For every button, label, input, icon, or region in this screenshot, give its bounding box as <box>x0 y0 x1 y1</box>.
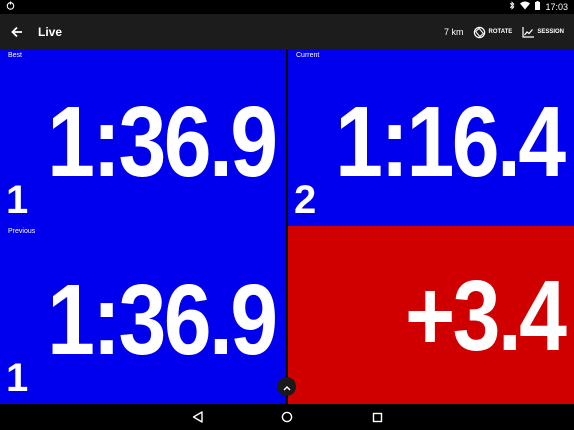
app-bar: Live 7 km ROTATE SESSION <box>0 14 574 50</box>
session-label: SESSION <box>537 29 564 35</box>
best-lap-time: 1:36.9 <box>47 86 279 198</box>
battery-icon <box>535 1 541 12</box>
wifi-icon <box>520 1 531 12</box>
expand-button[interactable] <box>277 377 296 396</box>
chevron-up-icon <box>283 378 291 396</box>
system-nav-bar <box>0 404 574 430</box>
android-debug-icon <box>6 1 15 12</box>
bluetooth-icon <box>509 1 515 12</box>
lap-delta-value: +3.4 <box>404 260 567 372</box>
tile-divider <box>286 50 288 404</box>
lap-delta-tile: +3.4 <box>288 226 574 404</box>
best-label: Best <box>8 52 23 59</box>
previous-lap-tile: Previous 1:36.9 1 <box>0 226 286 404</box>
page-title: Live <box>38 25 63 39</box>
session-button[interactable]: SESSION <box>522 26 564 38</box>
previous-label: Previous <box>8 228 36 235</box>
chart-line-icon <box>522 26 535 38</box>
distance-readout: 7 km <box>444 27 464 37</box>
current-label: Current <box>296 52 320 59</box>
previous-lap-time: 1:36.9 <box>47 264 279 376</box>
rotate-icon <box>473 26 486 39</box>
rotate-button[interactable]: ROTATE <box>473 26 513 39</box>
rotate-label: ROTATE <box>488 29 513 35</box>
current-lap-tile: Current 1:16.4 2 <box>288 50 574 226</box>
status-bar: 17:03 <box>0 0 574 14</box>
back-nav-icon[interactable] <box>189 409 205 425</box>
best-lap-tile: Best 1:36.9 1 <box>0 50 286 226</box>
home-nav-icon[interactable] <box>279 409 295 425</box>
current-lap-number: 2 <box>294 178 317 222</box>
previous-lap-number: 1 <box>6 356 29 400</box>
current-lap-time: 1:16.4 <box>335 86 567 198</box>
recents-nav-icon[interactable] <box>369 409 385 425</box>
status-time: 17:03 <box>545 1 568 12</box>
back-arrow-icon[interactable] <box>9 24 25 40</box>
best-lap-number: 1 <box>6 178 29 222</box>
